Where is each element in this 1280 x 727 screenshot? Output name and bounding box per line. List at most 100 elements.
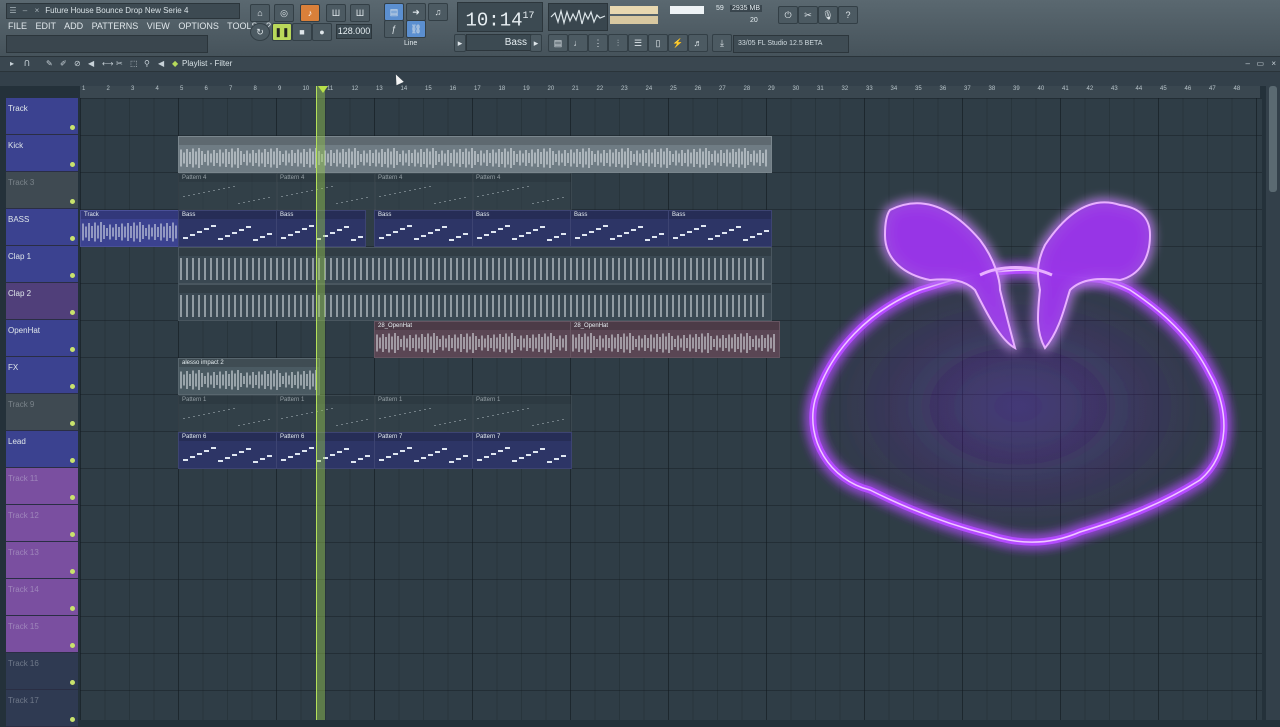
playhead-marker[interactable] xyxy=(318,86,328,93)
file-icon[interactable]: ▯ xyxy=(648,34,668,52)
track-header[interactable]: BASS xyxy=(6,209,78,246)
zoom-icon[interactable]: ⚲ xyxy=(144,57,150,71)
slip-icon[interactable]: ⟷ xyxy=(102,57,113,71)
slice-icon[interactable]: ✂ xyxy=(116,57,123,71)
playlist-clip[interactable]: Pattern 1 xyxy=(374,395,474,432)
close-icon[interactable]: × xyxy=(31,4,43,18)
browser-icon[interactable]: ☰ xyxy=(628,34,648,52)
track-header[interactable]: Track xyxy=(6,98,78,135)
metronome-button[interactable]: ⌂ xyxy=(250,4,270,22)
download-icon[interactable]: ⤓ xyxy=(712,34,732,52)
track-enable-led[interactable] xyxy=(70,384,75,389)
wait-button[interactable]: Ш xyxy=(350,4,370,22)
time-overview-bar[interactable] xyxy=(0,72,1280,86)
playlist-clip[interactable]: 28_OpenHat xyxy=(374,321,572,358)
menu-patterns[interactable]: PATTERNS xyxy=(92,21,139,31)
track-enable-led[interactable] xyxy=(70,236,75,241)
arrow-right-icon[interactable]: ➜ xyxy=(406,3,426,21)
pattern-selector[interactable]: Bass xyxy=(466,34,532,51)
track-enable-led[interactable] xyxy=(70,495,75,500)
pattern-mode-button[interactable]: ♪ xyxy=(300,4,320,22)
track-header[interactable]: Track 15 xyxy=(6,616,78,653)
playlist-clip[interactable] xyxy=(178,136,772,173)
link-icon[interactable]: ⛓ xyxy=(406,20,426,38)
tempo-display[interactable]: 128.000 xyxy=(336,24,372,39)
playhead[interactable] xyxy=(316,86,325,720)
track-enable-led[interactable] xyxy=(70,199,75,204)
playlist-clip[interactable]: Bass xyxy=(472,210,572,247)
playlist-menu-icon[interactable]: ▸ xyxy=(10,57,14,71)
song-mode-button[interactable]: Ш xyxy=(326,4,346,22)
help-icon[interactable]: ? xyxy=(838,6,858,24)
track-header[interactable]: Track 17 xyxy=(6,690,78,727)
track-header[interactable]: Track 12 xyxy=(6,505,78,542)
plugin-icon[interactable]: ✂ xyxy=(798,6,818,24)
playlist-clip[interactable]: Pattern 1 xyxy=(472,395,572,432)
track-header[interactable]: Track 14 xyxy=(6,579,78,616)
menu-icon[interactable]: ☰ xyxy=(7,4,19,18)
playlist-clip[interactable]: Pattern 4 xyxy=(276,173,376,210)
brush-icon[interactable]: ✐ xyxy=(60,57,67,71)
track-header[interactable]: Track 13 xyxy=(6,542,78,579)
pattern-prev-icon[interactable]: ▸ xyxy=(454,34,466,52)
mute-icon[interactable]: ◀ xyxy=(88,57,94,71)
track-enable-led[interactable] xyxy=(70,458,75,463)
track-header[interactable]: Track 9 xyxy=(6,394,78,431)
track-enable-led[interactable] xyxy=(70,347,75,352)
track-header[interactable]: Lead xyxy=(6,431,78,468)
playlist-clip[interactable]: Pattern 4 xyxy=(374,173,474,210)
bell-icon[interactable]: ♫ xyxy=(428,3,448,21)
track-enable-led[interactable] xyxy=(70,125,75,130)
track-header[interactable]: OpenHat xyxy=(6,320,78,357)
channel-rack-icon[interactable]: ⋮ xyxy=(588,34,608,52)
minimize-window-icon[interactable]: – xyxy=(1246,57,1250,71)
track-header[interactable]: Clap 1 xyxy=(6,246,78,283)
record-button[interactable]: ● xyxy=(312,23,332,41)
track-header[interactable]: Track 11 xyxy=(6,468,78,505)
menu-add[interactable]: ADD xyxy=(64,21,83,31)
playlist-clip[interactable] xyxy=(178,247,772,284)
pencil-icon[interactable]: ✎ xyxy=(46,57,53,71)
stop-button[interactable]: ■ xyxy=(292,23,312,41)
playlist-icon[interactable]: ▤ xyxy=(548,34,568,52)
menu-file[interactable]: FILE xyxy=(8,21,27,31)
playlist-clip[interactable]: Bass xyxy=(374,210,474,247)
playlist-clip[interactable]: Pattern 7 xyxy=(472,432,572,469)
track-enable-led[interactable] xyxy=(70,569,75,574)
track-enable-led[interactable] xyxy=(70,310,75,315)
playlist-clip[interactable]: alesso impact 2 xyxy=(178,358,320,395)
vertical-scrollbar[interactable] xyxy=(1266,72,1280,720)
pause-button[interactable]: ❚❚ xyxy=(272,23,292,41)
mic-record-icon[interactable]: ♬ xyxy=(688,34,708,52)
snap-label[interactable]: Line xyxy=(404,40,417,47)
playlist-clip[interactable]: Bass xyxy=(668,210,772,247)
delete-icon[interactable]: ⊘ xyxy=(74,57,81,71)
playlist-clip[interactable]: Bass xyxy=(570,210,670,247)
track-enable-led[interactable] xyxy=(70,532,75,537)
record-mode-button[interactable]: ◎ xyxy=(274,4,294,22)
playback-icon[interactable]: ◀ xyxy=(158,57,164,71)
mic-icon[interactable]: 🎙 xyxy=(818,6,838,24)
maximize-window-icon[interactable]: ▭ xyxy=(1256,57,1264,71)
track-header[interactable]: Kick xyxy=(6,135,78,172)
menu-edit[interactable]: EDIT xyxy=(36,21,57,31)
track-enable-led[interactable] xyxy=(70,643,75,648)
pattern-next-icon[interactable]: ▸ xyxy=(530,34,542,52)
menu-view[interactable]: VIEW xyxy=(147,21,170,31)
playlist-clip[interactable]: Pattern 4 xyxy=(178,173,278,210)
playlist-clip[interactable]: Track xyxy=(80,210,180,247)
playlist-clip[interactable]: Pattern 6 xyxy=(178,432,278,469)
playlist-clip[interactable]: Pattern 6 xyxy=(276,432,376,469)
track-enable-led[interactable] xyxy=(70,606,75,611)
tool-icon[interactable]: ƒ xyxy=(384,20,404,38)
loop-button[interactable]: ↻ xyxy=(250,23,270,41)
plug-icon[interactable]: ⚡ xyxy=(668,34,688,52)
track-header[interactable]: FX xyxy=(6,357,78,394)
track-enable-led[interactable] xyxy=(70,162,75,167)
minimize-icon[interactable]: – xyxy=(19,4,31,18)
playlist-clip[interactable]: Pattern 7 xyxy=(374,432,474,469)
mixer-icon[interactable]: ⫶ xyxy=(608,34,628,52)
playlist-clip[interactable]: Pattern 1 xyxy=(178,395,278,432)
playlist-clip[interactable]: Pattern 4 xyxy=(472,173,572,210)
playlist-clip[interactable]: Bass xyxy=(178,210,278,247)
